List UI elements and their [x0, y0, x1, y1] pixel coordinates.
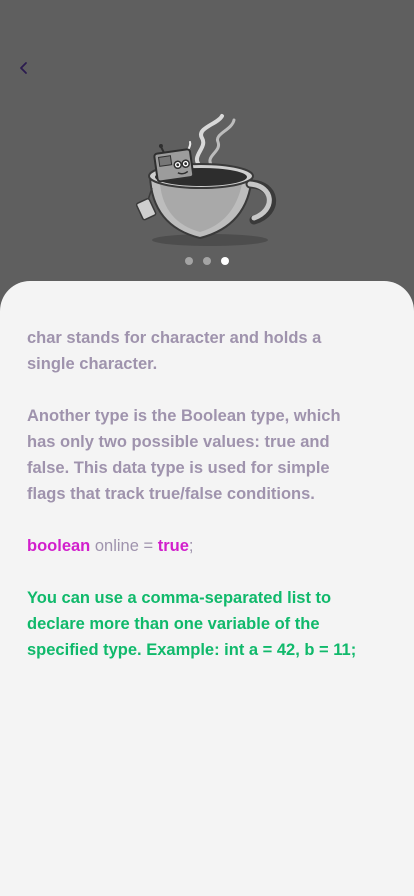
code-end: ; [188, 537, 194, 555]
code-value: true [157, 537, 189, 555]
code-keyword: boolean [27, 537, 91, 555]
pagination-dots [0, 257, 414, 265]
code-example: boolean online = true; [27, 533, 357, 559]
paragraph-char: char stands for character and holds a si… [27, 329, 322, 373]
paragraph-boolean: Another type is the Boolean type, which … [27, 407, 341, 503]
chevron-left-icon [20, 62, 27, 74]
paragraph-comma-list: You can use a comma-separated list to de… [27, 589, 357, 659]
back-button[interactable] [12, 56, 36, 80]
content-card: char stands for character and holds a si… [0, 281, 414, 896]
pagination-dot-active[interactable] [221, 257, 229, 265]
code-middle: online = [90, 537, 158, 555]
pagination-dot[interactable] [203, 257, 211, 265]
lesson-content: char stands for character and holds a si… [27, 325, 357, 689]
coffee-cup-robot-illustration [135, 114, 276, 246]
header-area [0, 0, 414, 300]
pagination-dot[interactable] [185, 257, 193, 265]
